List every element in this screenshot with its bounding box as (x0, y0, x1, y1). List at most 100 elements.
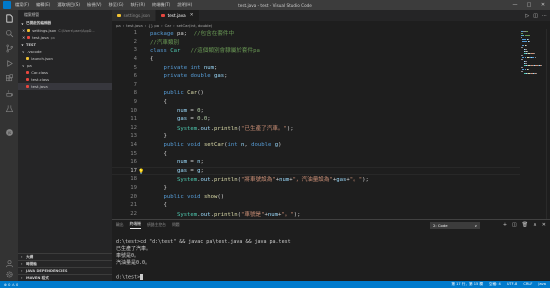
minimap[interactable] (520, 29, 546, 219)
chevron-up-icon[interactable]: ∧ (533, 222, 537, 228)
status-item[interactable]: Java (538, 282, 546, 287)
status-problems[interactable]: ⊗ 0 ⚠ 0 (4, 283, 18, 287)
code-line[interactable]: 20 public void show() (112, 192, 520, 201)
menu-item[interactable]: 編輯(E) (36, 2, 50, 8)
breadcrumb-item[interactable]: {} pa (148, 23, 159, 28)
panel-tab[interactable]: 偵錯主控台 (147, 222, 166, 228)
code-line[interactable]: 9 { (112, 98, 520, 107)
status-item[interactable]: 第 17 行，第 15 欄 (451, 282, 483, 287)
source-control-icon[interactable] (4, 43, 14, 53)
folder-item[interactable]: ∨ .vscode (18, 48, 112, 55)
code-line[interactable]: 2 //汽車類別 (112, 38, 520, 47)
open-editor-item[interactable]: ✕ settings.json C:\Users\user\AppD... (18, 27, 112, 34)
code-line[interactable]: 8 public Car() (112, 89, 520, 98)
breadcrumb-item[interactable]: test.java (126, 23, 142, 28)
menu-bar: 檔案(F) 編輯(E) 選取項目(S) 檢視(V) 移至(G) 執行(R) 終端機(T) 說明… (15, 2, 192, 8)
open-editors-section[interactable]: ∨ 已開啟的編輯器 (18, 20, 112, 27)
search-icon[interactable] (4, 28, 14, 38)
testing-icon[interactable] (4, 103, 14, 113)
run-icon[interactable]: ▷ (525, 13, 529, 19)
status-item[interactable]: UTF-8 (507, 282, 517, 287)
section-title: MAVEN 程式 (26, 275, 49, 280)
menu-item[interactable]: 執行(R) (130, 2, 145, 8)
code-line[interactable]: 19 } (112, 184, 520, 193)
trash-icon[interactable]: 🗑 (522, 222, 528, 228)
extensions-icon[interactable] (4, 73, 14, 83)
code-line[interactable]: 3 class Car //這個類別會隸屬於套件pa (112, 46, 520, 55)
breadcrumb-item[interactable]: setCar(int, double) (177, 23, 213, 28)
line-number: 18 (130, 176, 137, 183)
breadcrumb-item[interactable]: pa (116, 23, 121, 28)
code-line[interactable]: 11 gas = 0.0; (112, 115, 520, 124)
lightbulb-icon[interactable]: 💡 (138, 169, 144, 175)
split-terminal-icon[interactable]: ◫ (512, 222, 517, 228)
folder-item[interactable]: ∨ pa (18, 62, 112, 69)
close-icon[interactable]: ✕ (536, 0, 550, 10)
minimap-stroke (525, 35, 531, 36)
panel-tab[interactable]: 問題 (172, 222, 180, 228)
terminal-output[interactable]: d:\test>cd "d:\test" && javac pa\test.ja… (116, 232, 291, 282)
menu-item[interactable]: 移至(G) (109, 2, 124, 8)
file-icon (26, 70, 30, 75)
code-line[interactable]: 12 System.out.println("已生產了汽車。"); (112, 124, 520, 133)
more-actions-icon[interactable]: ⋯ (542, 13, 547, 19)
sidebar-section[interactable]: › MAVEN 程式 (18, 274, 112, 281)
code-line[interactable]: 1 package pa; //包含在套件中 (112, 29, 520, 38)
breadcrumb-item[interactable]: Car (165, 23, 172, 28)
account-icon[interactable] (4, 258, 14, 268)
tab-test-java[interactable]: test.java ✕ (156, 10, 200, 21)
code-line[interactable]: 17 gas = g; 💡 (112, 166, 520, 176)
explorer-icon[interactable] (4, 13, 14, 23)
sidebar-section[interactable]: › JAVA DEPENDENCIES (18, 267, 112, 274)
breadcrumb: pa › test.java ›{} pa › Car › setCar(int, doubl… (112, 21, 550, 29)
status-item[interactable]: 空格: 4 (489, 282, 501, 287)
terminal-select[interactable]: 2: Code ∨ (430, 222, 480, 229)
tab-settings-json[interactable]: settings.json (112, 10, 157, 21)
editor-scrollbar[interactable] (546, 29, 550, 219)
remote-icon[interactable]: JS (4, 127, 14, 137)
close-icon[interactable]: ✕ (190, 13, 194, 18)
code-line[interactable]: 4{ (112, 55, 520, 64)
menu-item[interactable]: 檔案(F) (15, 2, 29, 8)
menu-item[interactable]: 檢視(V) (87, 2, 102, 8)
workspace-section[interactable]: ∨ TEST (18, 41, 112, 48)
code-line[interactable]: 5 private int num; (112, 63, 520, 72)
close-icon[interactable]: ✕ (542, 222, 546, 228)
sidebar-section[interactable]: › 大綱 (18, 253, 112, 260)
code-token: ; (207, 116, 211, 123)
run-debug-icon[interactable] (4, 58, 14, 68)
java-icon[interactable] (4, 88, 14, 98)
code-line[interactable]: 15 { (112, 149, 520, 158)
code-line[interactable]: 6 private double gas; (112, 72, 520, 81)
code-line[interactable]: 10 num = 0; (112, 106, 520, 115)
code-line[interactable]: 13 } (112, 132, 520, 141)
status-item[interactable]: CRLF (523, 282, 532, 287)
tree-label: test.java (31, 84, 48, 89)
maximize-icon[interactable]: □ (522, 0, 536, 10)
sidebar-section[interactable]: › 時間軸 (18, 260, 112, 267)
code-editor[interactable]: 1 package pa; //包含在套件中 2 //汽車類別 3 class Car /… (112, 29, 520, 219)
file-item[interactable]: launch.json (18, 55, 112, 62)
split-editor-icon[interactable]: ◫ (533, 13, 538, 19)
menu-item[interactable]: 終端機(T) (152, 2, 170, 8)
add-terminal-icon[interactable]: + (503, 222, 507, 228)
code-line[interactable]: 18 System.out.println("將車號設為"+num+"，汽油量設… (112, 175, 520, 184)
panel-tab[interactable]: 終端機 (129, 221, 141, 229)
code-line[interactable]: 14 public void setCar(int n, double g) (112, 141, 520, 150)
code-line[interactable]: 22 System.out.println("車號是"+num+"。"); (112, 210, 520, 219)
code-line[interactable]: 16 num = n; (112, 158, 520, 167)
panel-tab[interactable]: 輸出 (116, 222, 124, 228)
file-item[interactable]: test.class (18, 76, 112, 83)
settings-gear-icon[interactable] (4, 269, 14, 279)
menu-item[interactable]: 選取項目(S) (57, 2, 80, 8)
code-token: { (150, 99, 167, 106)
minimize-icon[interactable]: — (508, 0, 522, 10)
open-editor-item[interactable]: ✕ test.java pa (18, 34, 112, 41)
code-line[interactable]: 7 (112, 81, 520, 90)
code-line[interactable]: 21 { (112, 201, 520, 210)
file-item[interactable]: Car.class (18, 69, 112, 76)
file-item[interactable]: test.java (18, 83, 112, 90)
menu-item[interactable]: 說明(H) (177, 2, 192, 8)
